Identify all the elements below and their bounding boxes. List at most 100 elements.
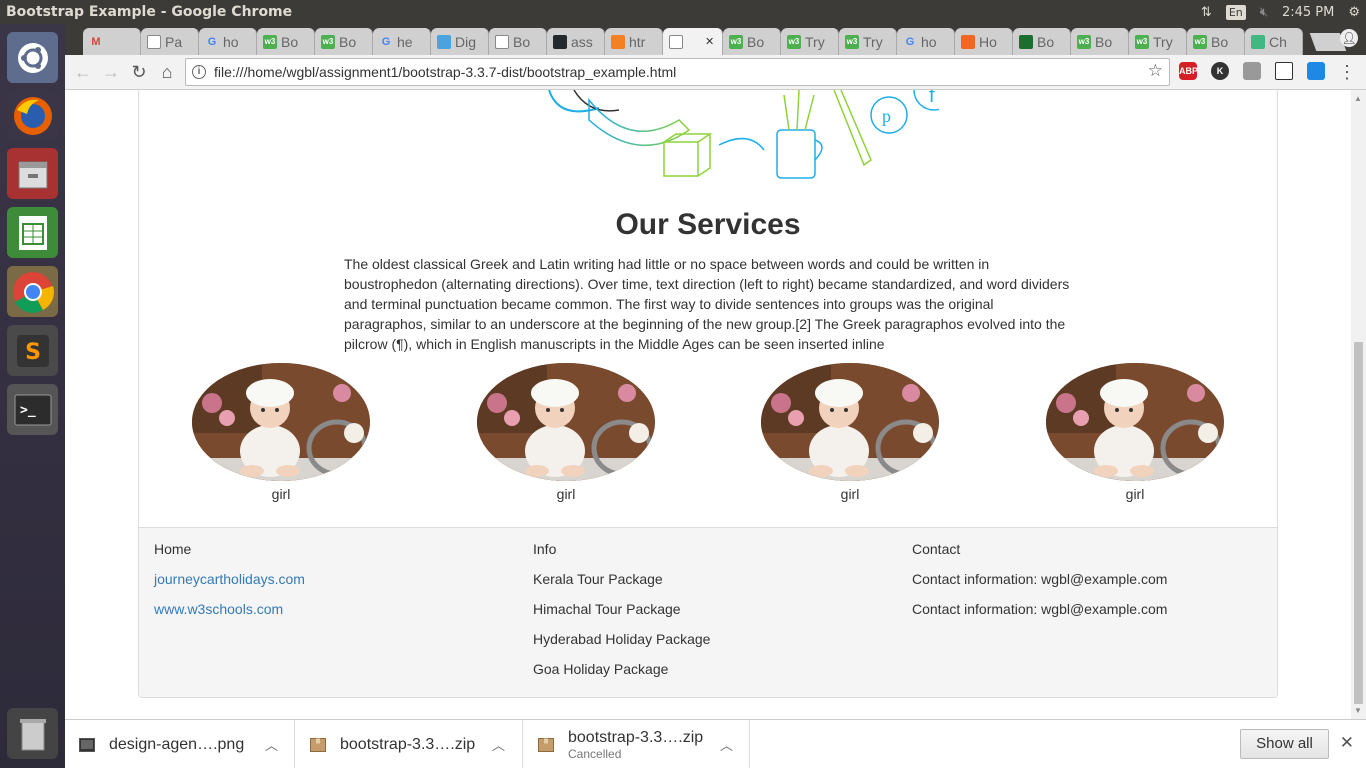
chevron-up-icon[interactable]: ︿ xyxy=(492,735,505,754)
tab[interactable]: w3 Try xyxy=(1129,28,1187,55)
tab[interactable]: Ghe xyxy=(373,28,431,55)
unity-launcher: S >_ xyxy=(0,24,65,768)
tab[interactable]: htr xyxy=(605,28,663,55)
footer-heading-info: Info xyxy=(533,541,557,557)
ubuntu-dash-icon[interactable] xyxy=(7,32,58,83)
volume-icon[interactable]: 🔇︎ xyxy=(1260,5,1268,20)
tab[interactable]: Gho xyxy=(897,28,955,55)
address-url: file:///home/wgbl/assignment1/bootstrap-… xyxy=(214,64,677,80)
libreoffice-calc-icon[interactable] xyxy=(7,207,58,258)
gallery-caption: girl xyxy=(556,486,576,502)
w3schools-icon: w3 xyxy=(845,34,859,49)
tab-active[interactable]: ✕ xyxy=(663,28,723,55)
scroll-thumb[interactable] xyxy=(1354,342,1363,704)
page-scrollbar[interactable]: ▲ ▼ xyxy=(1351,90,1366,719)
footer-link-journeycart[interactable]: journeycartholidays.com xyxy=(154,571,305,587)
baby-photo[interactable] xyxy=(761,363,939,481)
keyboard-layout[interactable]: En xyxy=(1225,4,1246,20)
network-icon[interactable]: ⇅ xyxy=(1201,5,1212,20)
back-button[interactable]: ← xyxy=(69,58,97,86)
footer-info-item: Himachal Tour Package xyxy=(533,601,681,617)
tab[interactable]: w3 Bo xyxy=(723,28,781,55)
tab[interactable]: w3 Bo xyxy=(1071,28,1129,55)
tab[interactable]: w3 Try xyxy=(781,28,839,55)
services-title: Our Services xyxy=(615,208,801,241)
tab-label: Bo xyxy=(1037,33,1055,50)
tab[interactable]: M xyxy=(83,28,141,55)
trash-icon[interactable] xyxy=(7,708,58,759)
tab[interactable]: w3 Bo xyxy=(1187,28,1245,55)
footer-heading-contact: Contact xyxy=(912,541,961,557)
footer-info-item: Kerala Tour Package xyxy=(533,571,663,587)
tab-strip: M Pa Gho w3 Bo w3 Bo Ghe Dig Bo ass htr ✕ w3 Bo w3 Try w3… xyxy=(65,24,1366,55)
github-icon xyxy=(553,34,567,49)
profile-icon[interactable]: 👤︎ xyxy=(1340,29,1358,47)
address-bar[interactable]: i file:///home/wgbl/assignment1/bootstra… xyxy=(185,58,1170,86)
chevron-up-icon[interactable]: ︿ xyxy=(720,735,733,754)
scroll-up-arrow-icon[interactable]: ▲ xyxy=(1354,94,1362,103)
clock[interactable]: 2:45 PM xyxy=(1282,5,1334,20)
page-icon xyxy=(495,34,509,49)
site-info-icon[interactable]: i xyxy=(192,65,206,79)
footer-col-contact: Contact Contact information: wgbl@exampl… xyxy=(912,541,1167,631)
archive-file-icon xyxy=(310,737,326,752)
extension-gray-icon[interactable] xyxy=(1243,62,1261,80)
baby-photo[interactable] xyxy=(192,363,370,481)
tab[interactable]: Gho xyxy=(199,28,257,55)
files-icon[interactable] xyxy=(7,148,58,199)
tab[interactable]: Dig xyxy=(431,28,489,55)
tab[interactable]: Ch xyxy=(1245,28,1303,55)
show-all-button[interactable]: Show all xyxy=(1240,729,1329,759)
chevron-up-icon[interactable]: ︿ xyxy=(265,735,278,754)
download-item[interactable]: design-agen….png ︿ xyxy=(65,720,295,768)
baby-photo[interactable] xyxy=(1046,363,1224,481)
firefox-icon[interactable] xyxy=(7,90,58,141)
tab[interactable]: w3 Bo xyxy=(257,28,315,55)
tab-label: Bo xyxy=(747,33,765,50)
system-tray: ⇅ En 🔇︎ 2:45 PM ⚙ xyxy=(1201,0,1360,24)
home-button[interactable]: ⌂ xyxy=(153,58,181,86)
chrome-menu-icon[interactable]: ⋮ xyxy=(1333,58,1361,86)
bookmark-star-icon[interactable]: ☆ xyxy=(1148,61,1163,81)
tab-label: Ho xyxy=(979,33,997,50)
tab-close-icon[interactable]: ✕ xyxy=(705,35,714,48)
chrome-icon[interactable] xyxy=(7,266,58,317)
w3schools-icon: w3 xyxy=(1135,34,1149,49)
tab[interactable]: Pa xyxy=(141,28,199,55)
baby-photo[interactable] xyxy=(477,363,655,481)
tab[interactable]: ass xyxy=(547,28,605,55)
tab-label: Try xyxy=(863,33,883,50)
google-icon: G xyxy=(381,35,391,48)
scroll-down-arrow-icon[interactable]: ▼ xyxy=(1354,706,1362,715)
download-name: bootstrap-3.3….zip xyxy=(340,735,476,753)
loading-icon xyxy=(437,34,451,49)
tab-label: he xyxy=(397,33,413,50)
extension-k-icon[interactable]: K xyxy=(1211,62,1229,80)
sublime-text-icon[interactable]: S xyxy=(7,325,58,376)
terminal-icon[interactable]: >_ xyxy=(7,384,58,435)
tab[interactable]: w3 Try xyxy=(839,28,897,55)
footer-link-w3schools[interactable]: www.w3schools.com xyxy=(154,601,283,617)
google-icon: G xyxy=(207,35,217,48)
gallery-item: girl xyxy=(192,363,370,502)
browser-window: M Pa Gho w3 Bo w3 Bo Ghe Dig Bo ass htr ✕ w3 Bo w3 Try w3… xyxy=(65,24,1366,768)
download-item[interactable]: bootstrap-3.3….zip ︿ xyxy=(296,720,523,768)
tab[interactable]: Ho xyxy=(955,28,1013,55)
footer-contact-item: Contact information: wgbl@example.com xyxy=(912,571,1168,587)
download-item[interactable]: bootstrap-3.3….zip Cancelled ︿ xyxy=(524,720,750,768)
tab[interactable]: Bo xyxy=(489,28,547,55)
extension-blue-icon[interactable] xyxy=(1307,62,1325,80)
download-status: Cancelled xyxy=(568,746,622,761)
extension-cube-icon[interactable] xyxy=(1275,62,1293,80)
tab[interactable]: Bo xyxy=(1013,28,1071,55)
page-icon xyxy=(669,34,683,49)
close-icon[interactable]: ✕ xyxy=(1340,733,1354,753)
archive-file-icon xyxy=(538,737,554,752)
svg-text:p: p xyxy=(882,106,891,126)
adblock-plus-icon[interactable]: ABP xyxy=(1179,62,1198,80)
tab[interactable]: w3 Bo xyxy=(315,28,373,55)
hero-illustration: p f xyxy=(548,90,939,179)
forward-button[interactable]: → xyxy=(97,58,125,86)
reload-button[interactable]: ↻ xyxy=(125,58,153,86)
settings-gear-icon[interactable]: ⚙ xyxy=(1348,5,1360,20)
